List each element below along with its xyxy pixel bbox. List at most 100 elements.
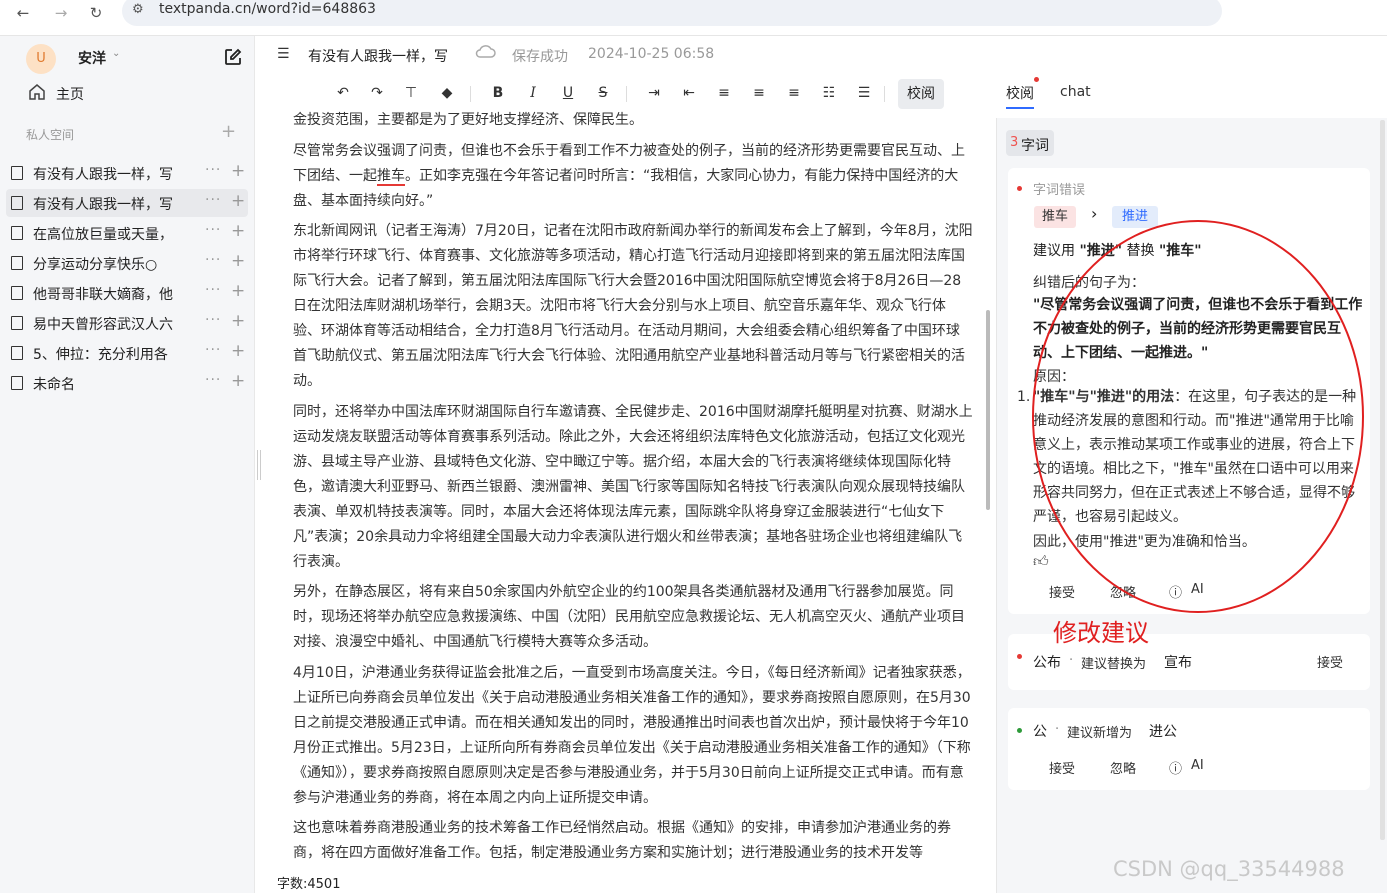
add-subdoc-icon[interactable]: + <box>231 191 245 211</box>
url-text[interactable]: textpanda.cn/word?id=648863 <box>159 0 376 18</box>
back-arrow-icon[interactable]: ← <box>12 2 34 24</box>
suggestion-text: 建议用 <box>1033 243 1080 259</box>
doc-title[interactable]: 在高位放巨量或天量， <box>33 224 185 244</box>
forward-arrow-icon[interactable]: → <box>50 2 72 24</box>
save-status: 保存成功 <box>512 49 568 65</box>
more-icon[interactable]: ··· <box>205 192 221 208</box>
clear-format-icon[interactable]: ◆ <box>436 82 458 104</box>
paragraph[interactable]: 同时，还将举办中国法库环财湖国际自行车邀请赛、全民健步走、2016中国财湖摩托艇… <box>293 400 973 575</box>
more-icon[interactable]: ··· <box>205 342 221 358</box>
document-editor[interactable]: 金投资范围，主要都是为了更好地支撑经济、保障民生。 尽管常务会议强调了问责，但谁… <box>277 108 990 868</box>
accept-button[interactable]: 接受 <box>1317 652 1343 671</box>
doc-list-item[interactable]: 易中天曾形容武汉人六 ··· + <box>6 309 248 337</box>
document-icon <box>11 226 23 240</box>
help-circle-icon[interactable]: ⓘ <box>1169 758 1182 777</box>
thumbs-up-icon[interactable]: 👍︎ <box>1033 552 1049 571</box>
underline-icon[interactable]: U <box>557 82 579 104</box>
outdent-icon[interactable]: ⇤ <box>678 82 700 104</box>
doc-title[interactable]: 有没有人跟我一样，写 <box>33 194 185 214</box>
bullet-list-icon[interactable]: ☷ <box>818 82 840 104</box>
paragraph[interactable]: 4月10日，沪港通业务获得证监会批准之后，一直受到市场高度关注。今日，《每日经济… <box>293 661 973 811</box>
doc-list-item[interactable]: 分享运动分享快乐○ ··· + <box>6 249 248 277</box>
review-button[interactable]: 校阅 <box>898 79 944 109</box>
add-subdoc-icon[interactable]: + <box>231 161 245 181</box>
document-icon <box>11 346 23 360</box>
doc-list-item[interactable]: 有没有人跟我一样，写 ··· + <box>6 159 248 187</box>
document-icon <box>11 376 23 390</box>
indent-icon[interactable]: ⇥ <box>643 82 665 104</box>
redo-icon[interactable]: ↷ <box>366 82 388 104</box>
notification-dot <box>1034 77 1039 82</box>
more-icon[interactable]: ··· <box>205 222 221 238</box>
undo-icon[interactable]: ↶ <box>332 82 354 104</box>
add-subdoc-icon[interactable]: + <box>231 341 245 361</box>
document-icon <box>11 166 23 180</box>
accept-button[interactable]: 接受 <box>1049 758 1075 777</box>
doc-title[interactable]: 有没有人跟我一样，写 <box>33 164 185 184</box>
doc-list-item[interactable]: 他哥哥非联大嫡裔，他 ··· + <box>6 279 248 307</box>
tab-chat[interactable]: chat <box>1060 84 1091 100</box>
home-link[interactable]: 主页 <box>56 84 84 104</box>
doc-title[interactable]: 未命名 <box>33 374 185 394</box>
suggestion-card-insert[interactable] <box>1008 708 1370 790</box>
paragraph[interactable]: 另外，在静态展区，将有来自50余家国内外航空企业的约100架具各类通航器材及通用… <box>293 580 973 655</box>
doc-list-item-active[interactable]: 有没有人跟我一样，写 ··· + <box>6 189 248 217</box>
doc-title[interactable]: 分享运动分享快乐○ <box>33 254 185 274</box>
outline-menu-icon[interactable]: ☰ <box>277 46 290 62</box>
doc-title-header[interactable]: 有没有人跟我一样，写 <box>308 46 448 66</box>
reload-icon[interactable]: ↻ <box>85 2 107 24</box>
more-icon[interactable]: ··· <box>205 372 221 388</box>
suggested-word-chip[interactable]: 推进 <box>1112 206 1159 228</box>
add-subdoc-icon[interactable]: + <box>231 371 245 391</box>
home-icon[interactable] <box>28 83 46 101</box>
browser-bar: ← → ↻ ⚙ textpanda.cn/word?id=648863 <box>0 0 1387 36</box>
add-subdoc-icon[interactable]: + <box>231 311 245 331</box>
accept-button[interactable]: 接受 <box>1049 582 1075 601</box>
category-label: 字词 <box>1021 138 1049 154</box>
highlighted-error-word[interactable]: 推车 <box>377 168 405 186</box>
add-subdoc-icon[interactable]: + <box>231 251 245 271</box>
numbered-list-icon[interactable]: ☰ <box>853 82 875 104</box>
document-icon <box>11 286 23 300</box>
add-private-doc-icon[interactable]: + <box>221 121 236 142</box>
paragraph[interactable]: 这也意味着券商港股通业务的技术筹备工作已经悄然启动。根据《通知》的安排，申请参加… <box>293 816 973 866</box>
tab-review[interactable]: 校阅 <box>1006 83 1034 103</box>
doc-list-item[interactable]: 未命名 ··· + <box>6 369 248 397</box>
more-icon[interactable]: ··· <box>205 312 221 328</box>
username[interactable]: 安洋 <box>78 48 106 68</box>
more-icon[interactable]: ··· <box>205 162 221 178</box>
sidebar-resize-handle[interactable] <box>257 450 261 480</box>
error-dot <box>1017 654 1022 659</box>
doc-title[interactable]: 他哥哥非联大嫡裔，他 <box>33 284 185 304</box>
doc-title[interactable]: 5、伸拉：充分利用各 <box>33 344 185 364</box>
chevron-down-icon[interactable]: ⌄ <box>112 48 120 59</box>
paragraph[interactable]: 尽管常务会议强调了问责，但谁也不会乐于看到工作不力被查处的例子，当前的经济形势更… <box>293 139 973 214</box>
format-painter-icon[interactable]: ⊤ <box>400 82 422 104</box>
review-tabs <box>996 74 1387 118</box>
ai-button[interactable]: AI <box>1191 758 1204 773</box>
document-icon <box>11 196 23 210</box>
paragraph[interactable]: 金投资范围，主要都是为了更好地支撑经济、保障民生。 <box>293 108 973 133</box>
more-icon[interactable]: ··· <box>205 252 221 268</box>
paragraph[interactable]: 东北新闻网讯（记者王海涛）7月20日，记者在沈阳市政府新闻办举行的新闻发布会上了… <box>293 219 973 394</box>
align-right-icon[interactable]: ≡ <box>783 82 805 104</box>
doc-list-item[interactable]: 在高位放巨量或天量， ··· + <box>6 219 248 247</box>
watermark: CSDN @qq_33544988 <box>1113 857 1345 881</box>
editor-scrollbar[interactable] <box>986 310 990 510</box>
bold-icon[interactable]: B <box>487 82 509 104</box>
ignore-button[interactable]: 忽略 <box>1110 758 1136 777</box>
doc-title[interactable]: 易中天曾形容武汉人六 <box>33 314 185 334</box>
add-subdoc-icon[interactable]: + <box>231 281 245 301</box>
align-center-icon[interactable]: ≡ <box>748 82 770 104</box>
review-panel-scrollbar[interactable] <box>1380 120 1385 840</box>
site-settings-icon[interactable]: ⚙ <box>132 2 144 17</box>
add-subdoc-icon[interactable]: + <box>231 221 245 241</box>
more-icon[interactable]: ··· <box>205 282 221 298</box>
avatar[interactable]: U <box>26 44 56 74</box>
new-document-icon[interactable] <box>224 48 242 66</box>
italic-icon[interactable]: I <box>522 82 544 104</box>
strikethrough-icon[interactable]: S <box>592 82 614 104</box>
toolbar-divider <box>626 86 627 102</box>
doc-list-item[interactable]: 5、伸拉：充分利用各 ··· + <box>6 339 248 367</box>
align-left-icon[interactable]: ≡ <box>713 82 735 104</box>
